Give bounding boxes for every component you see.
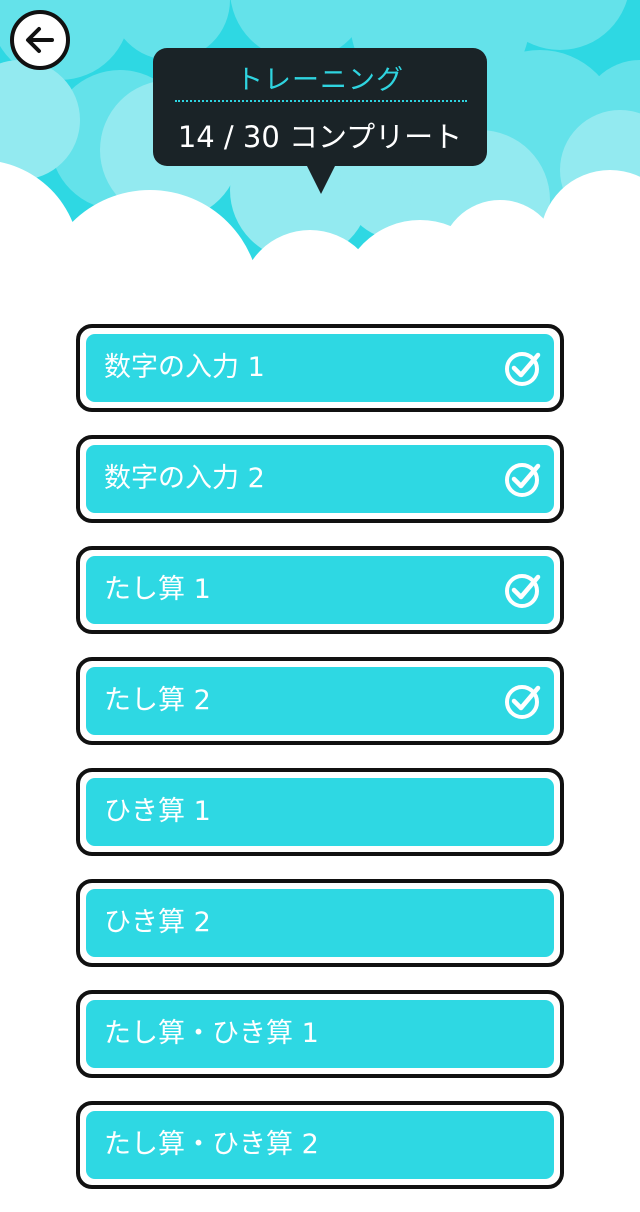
training-item-body: たし算 2 — [86, 667, 554, 735]
training-item-body: ひき算 1 — [86, 778, 554, 846]
check-circle-icon — [505, 685, 541, 719]
training-item[interactable]: たし算 2 — [76, 657, 564, 745]
training-item-body: たし算・ひき算 2 — [86, 1111, 554, 1179]
training-item[interactable]: たし算・ひき算 2 — [76, 1101, 564, 1189]
training-item-label: ひき算 2 — [104, 907, 211, 938]
training-item-body: 数字の入力 1 — [86, 334, 554, 402]
section-title: トレーニング — [236, 65, 404, 96]
check-circle-icon — [505, 352, 541, 386]
training-item[interactable]: ひき算 2 — [76, 879, 564, 967]
progress-tooltip: トレーニング 14 / 30 コンプリート — [153, 48, 487, 194]
training-item-body: 数字の入力 2 — [86, 445, 554, 513]
training-item-label: たし算 1 — [104, 574, 211, 605]
training-item[interactable]: 数字の入力 1 — [76, 324, 564, 412]
training-list: 数字の入力 1 数字の入力 2 たし算 1 たし算 2 ひき算 1 ひき算 2 — [76, 324, 564, 1212]
check-circle-icon — [505, 463, 541, 497]
training-item-label: ひき算 1 — [104, 796, 211, 827]
training-item-label: たし算 2 — [104, 685, 211, 716]
training-item[interactable]: たし算 1 — [76, 546, 564, 634]
training-item[interactable]: 数字の入力 2 — [76, 435, 564, 523]
check-circle-icon — [505, 574, 541, 608]
training-item-label: 数字の入力 2 — [104, 463, 265, 494]
progress-text: 14 / 30 コンプリート — [177, 120, 463, 154]
tooltip-divider — [175, 100, 467, 102]
training-item-label: 数字の入力 1 — [104, 352, 265, 383]
training-item-label: たし算・ひき算 1 — [104, 1018, 319, 1049]
training-item-body: たし算 1 — [86, 556, 554, 624]
training-item[interactable]: たし算・ひき算 1 — [76, 990, 564, 1078]
training-item-body: たし算・ひき算 1 — [86, 1000, 554, 1068]
training-item-label: たし算・ひき算 2 — [104, 1129, 319, 1160]
arrow-left-icon — [26, 27, 54, 53]
back-button[interactable] — [10, 10, 70, 70]
training-item-body: ひき算 2 — [86, 889, 554, 957]
training-item[interactable]: ひき算 1 — [76, 768, 564, 856]
